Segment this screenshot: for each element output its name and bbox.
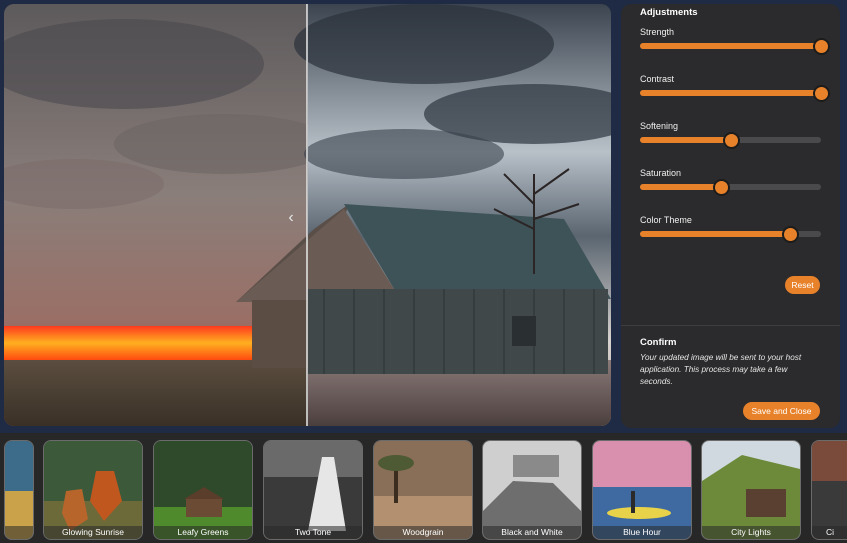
confirm-title: Confirm <box>640 337 677 348</box>
color-theme-fill <box>640 231 791 237</box>
color-theme-slider[interactable] <box>640 226 821 243</box>
saturation-slider[interactable] <box>640 179 821 196</box>
filter-label: Two Tone <box>264 526 362 539</box>
filter-thumb-leafy-greens[interactable]: Leafy Greens <box>153 440 253 540</box>
adjustments-panel: Adjustments Strength Contrast Softening … <box>621 4 840 428</box>
filter-label: Blue Hour <box>593 526 691 539</box>
filter-thumb-blue-hour[interactable]: Blue Hour <box>592 440 692 540</box>
reset-button[interactable]: Reset <box>785 276 820 294</box>
color-theme-thumb[interactable] <box>782 226 800 243</box>
preview-image <box>4 4 611 426</box>
color-theme-slider-group: Color Theme <box>640 215 821 243</box>
contrast-fill <box>640 90 821 96</box>
filter-label: Woodgrain <box>374 526 472 539</box>
adjustments-title: Adjustments <box>640 7 698 18</box>
saturation-fill <box>640 184 722 190</box>
softening-thumb[interactable] <box>722 132 740 149</box>
filter-label <box>5 526 33 539</box>
softening-label: Softening <box>640 121 679 131</box>
filter-label: Ci <box>812 526 847 539</box>
softening-slider-group: Softening <box>640 121 821 149</box>
softening-fill <box>640 137 731 143</box>
image-preview: ‹ <box>4 4 611 426</box>
filter-thumb-partial-left[interactable] <box>4 440 34 540</box>
strength-fill <box>640 43 821 49</box>
filter-label: Leafy Greens <box>154 526 252 539</box>
color-theme-label: Color Theme <box>640 215 692 225</box>
contrast-slider-group: Contrast <box>640 74 830 102</box>
saturation-slider-group: Saturation <box>640 168 821 196</box>
saturation-label: Saturation <box>640 168 682 178</box>
filter-thumb-woodgrain[interactable]: Woodgrain <box>373 440 473 540</box>
contrast-label: Contrast <box>640 74 675 84</box>
filter-label: City Lights <box>702 526 800 539</box>
filter-strip[interactable]: Glowing Sunrise Leafy Greens Two Tone Wo… <box>0 433 847 543</box>
filter-thumb-black-and-white[interactable]: Black and White <box>482 440 582 540</box>
filter-thumb-city-lights[interactable]: City Lights <box>701 440 801 540</box>
filter-thumb-glowing-sunrise[interactable]: Glowing Sunrise <box>43 440 143 540</box>
filter-label: Black and White <box>483 526 581 539</box>
panel-divider <box>621 325 840 326</box>
compare-handle-chevron-icon[interactable]: ‹ <box>284 208 298 228</box>
strength-slider[interactable] <box>640 38 830 55</box>
saturation-thumb[interactable] <box>713 179 731 196</box>
filter-thumb-two-tone[interactable]: Two Tone <box>263 440 363 540</box>
save-and-close-button[interactable]: Save and Close <box>743 402 820 420</box>
strength-thumb[interactable] <box>813 38 830 55</box>
strength-label: Strength <box>640 27 675 37</box>
strength-slider-group: Strength <box>640 27 830 55</box>
contrast-slider[interactable] <box>640 85 830 102</box>
filter-thumb-partial-right[interactable]: Ci <box>811 440 847 540</box>
softening-slider[interactable] <box>640 132 821 149</box>
contrast-thumb[interactable] <box>813 85 830 102</box>
confirm-description: Your updated image will be sent to your … <box>640 353 802 386</box>
filter-label: Glowing Sunrise <box>44 526 142 539</box>
